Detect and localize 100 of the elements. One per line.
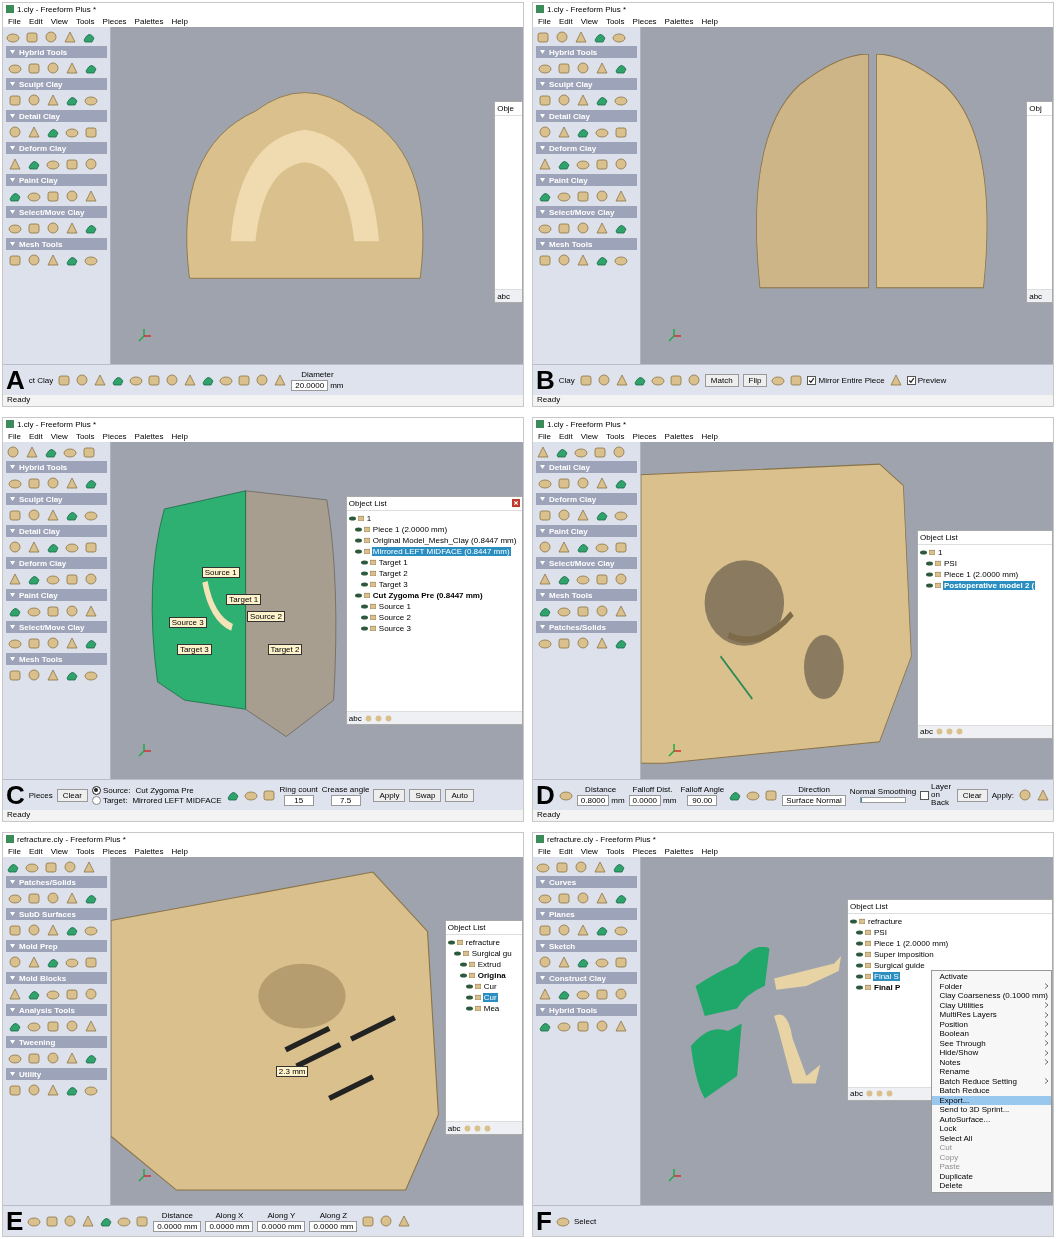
- tool-icon[interactable]: [557, 955, 571, 969]
- tool-icon[interactable]: [614, 955, 628, 969]
- tool-icon[interactable]: [46, 253, 60, 267]
- tool-icon[interactable]: [65, 604, 79, 618]
- tool-icon[interactable]: [538, 955, 552, 969]
- tool-icon[interactable]: [576, 253, 590, 267]
- tool-icon[interactable]: [46, 604, 60, 618]
- tool-icon[interactable]: [46, 987, 60, 1001]
- tool-icon[interactable]: [557, 93, 571, 107]
- menu-item[interactable]: Palettes: [134, 431, 164, 441]
- tree-item[interactable]: 1: [365, 513, 373, 523]
- menu-item[interactable]: File: [538, 846, 551, 856]
- tool-icon[interactable]: [595, 955, 609, 969]
- tool-icon[interactable]: [65, 61, 79, 75]
- tool-icon[interactable]: [538, 476, 552, 490]
- tool-icon[interactable]: [538, 636, 552, 650]
- tool-icon[interactable]: [576, 572, 590, 586]
- menu-item[interactable]: Clay Coarseness (0.1000 mm): [931, 991, 1051, 1001]
- tree-item[interactable]: Mirrored LEFT MIDFACE (0.8447 mm): [371, 546, 511, 556]
- tool-icon[interactable]: [612, 445, 626, 459]
- tool-icon[interactable]: [379, 1214, 394, 1228]
- tool-icon[interactable]: [595, 540, 609, 554]
- tool-icon[interactable]: [595, 636, 609, 650]
- tool-icon[interactable]: [63, 1214, 78, 1228]
- menu-item[interactable]: Send to 3D Sprint...: [931, 1105, 1051, 1115]
- tool-icon[interactable]: [361, 1214, 376, 1228]
- tool-icon[interactable]: [8, 636, 22, 650]
- tool-icon[interactable]: [595, 891, 609, 905]
- menu-item[interactable]: Activate: [931, 972, 1051, 982]
- tool-icon[interactable]: [595, 61, 609, 75]
- radio-button[interactable]: [91, 795, 101, 805]
- tree-item[interactable]: Piece 1 (2.0000 mm): [873, 938, 950, 948]
- tool-icon[interactable]: [27, 540, 41, 554]
- menu-item[interactable]: Hide/Show: [931, 1048, 1051, 1058]
- tool-icon[interactable]: [8, 221, 22, 235]
- tool-icon[interactable]: [27, 1214, 42, 1228]
- tool-icon[interactable]: [574, 445, 588, 459]
- tool-icon[interactable]: [536, 860, 550, 874]
- tool-icon[interactable]: [8, 93, 22, 107]
- tool-icon[interactable]: [57, 373, 72, 387]
- tool-icon[interactable]: [538, 221, 552, 235]
- tree-item[interactable]: Target 1: [377, 557, 409, 567]
- tool-icon[interactable]: [8, 157, 22, 171]
- tree-item[interactable]: Final S: [873, 971, 900, 981]
- tool-icon[interactable]: [576, 923, 590, 937]
- tree-item[interactable]: Piece 1 (2.0000 mm): [943, 569, 1020, 579]
- tool-icon[interactable]: [614, 373, 629, 387]
- tool-icon[interactable]: [614, 125, 628, 139]
- menu-item[interactable]: View: [580, 16, 598, 26]
- tool-icon[interactable]: [595, 572, 609, 586]
- tool-icon[interactable]: [576, 604, 590, 618]
- menu-item[interactable]: View: [50, 846, 68, 856]
- tool-icon[interactable]: [63, 30, 77, 44]
- checkbox[interactable]: [906, 375, 916, 385]
- tool-icon[interactable]: [1036, 788, 1050, 802]
- tool-icon[interactable]: [82, 445, 96, 459]
- menu-item[interactable]: Palettes: [664, 431, 694, 441]
- tool-icon[interactable]: [84, 253, 98, 267]
- tool-icon[interactable]: [27, 189, 41, 203]
- tool-icon[interactable]: [46, 572, 60, 586]
- menu-item[interactable]: Edit: [28, 431, 43, 441]
- tool-icon[interactable]: [25, 860, 39, 874]
- tool-icon[interactable]: [536, 445, 550, 459]
- text-tool-label[interactable]: abc: [348, 713, 362, 723]
- tool-icon[interactable]: [27, 668, 41, 682]
- tool-icon[interactable]: [557, 189, 571, 203]
- tool-icon[interactable]: [576, 476, 590, 490]
- number-field[interactable]: 15: [283, 794, 314, 806]
- tool-icon[interactable]: [771, 373, 786, 387]
- tool-icon[interactable]: [27, 1083, 41, 1097]
- tool-icon[interactable]: [46, 221, 60, 235]
- menu-item[interactable]: Palettes: [134, 846, 164, 856]
- number-field[interactable]: 0.8000: [576, 794, 610, 806]
- tool-icon[interactable]: [576, 221, 590, 235]
- toolbar-button[interactable]: Auto: [445, 788, 474, 802]
- menu-item[interactable]: Lock: [931, 1124, 1051, 1134]
- tool-icon[interactable]: [614, 508, 628, 522]
- tool-icon[interactable]: [65, 572, 79, 586]
- text-tool-label[interactable]: abc: [447, 1123, 461, 1133]
- tool-icon[interactable]: [261, 788, 276, 802]
- tool-icon[interactable]: [84, 955, 98, 969]
- menu-item[interactable]: Palettes: [664, 16, 694, 26]
- tool-icon[interactable]: [8, 923, 22, 937]
- tool-icon[interactable]: [555, 30, 569, 44]
- tool-icon[interactable]: [65, 987, 79, 1001]
- tool-icon[interactable]: [614, 189, 628, 203]
- menu-item[interactable]: View: [50, 16, 68, 26]
- tool-icon[interactable]: [557, 540, 571, 554]
- menu-item[interactable]: Help: [171, 846, 188, 856]
- tool-icon[interactable]: [650, 373, 665, 387]
- tool-icon[interactable]: [595, 221, 609, 235]
- menu-item[interactable]: Pieces: [632, 431, 657, 441]
- tree-item[interactable]: Surgical guide: [873, 960, 926, 970]
- tool-icon[interactable]: [538, 540, 552, 554]
- tool-icon[interactable]: [135, 1214, 150, 1228]
- tool-icon[interactable]: [46, 1083, 60, 1097]
- menu-item[interactable]: Tools: [605, 846, 625, 856]
- tool-icon[interactable]: [8, 125, 22, 139]
- tool-icon[interactable]: [75, 373, 90, 387]
- tool-icon[interactable]: [764, 788, 779, 802]
